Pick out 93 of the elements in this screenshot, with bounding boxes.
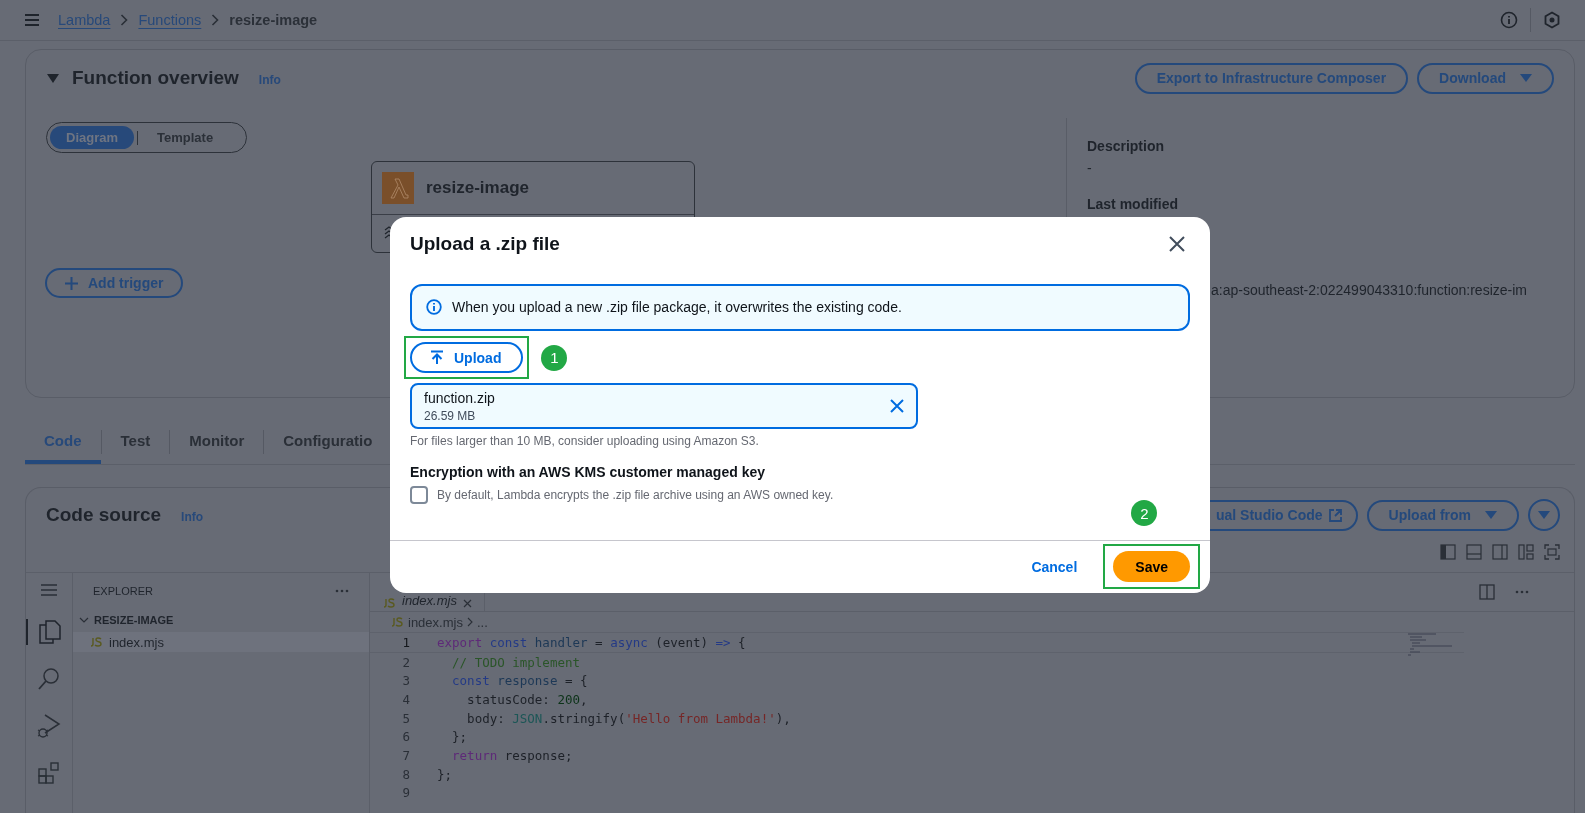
toggle-option[interactable]: Diagram [50,126,135,149]
chevron-right-icon [211,14,220,26]
upload-button[interactable]: Upload [410,342,524,374]
info-icon [426,299,442,316]
detail-label: Last modified [1087,196,1179,212]
breadcrumb-link[interactable]: Lambda [58,12,111,28]
code-line: }; [437,766,453,782]
tab[interactable]: Code [25,420,101,464]
field-label: Encryption with an AWS KMS customer managed key [410,463,766,480]
js-file-icon [89,637,103,647]
caret-down-icon [1520,73,1532,83]
detail-value: a:ap-southeast-2:022499043310:function:resize-im [1211,282,1527,298]
detail-value: - [1087,160,1093,176]
lambda-icon [382,172,414,204]
checkbox-label: By default, Lambda encrypts the .zip file archive using an AWS owned key. [437,487,834,502]
outline-button[interactable]: Download [1417,62,1554,94]
panel-title: Code source [46,504,162,526]
js-file-icon [390,617,404,627]
chevron-right-icon [120,14,129,26]
file-size: 26.59 MB [424,408,477,423]
help-text: For files larger than 10 MB, consider uploading using Amazon S3. [410,433,760,448]
layout-icon[interactable] [1518,544,1534,560]
detail-label: Description [1087,138,1165,154]
minimap [1408,633,1454,659]
explorer-title: EXPLORER [93,585,153,597]
external-link-icon [1328,508,1342,522]
info-icon[interactable] [1500,11,1518,29]
folder-item[interactable]: RESIZE-IMAGE [73,599,369,628]
caret-down-icon[interactable] [46,72,60,84]
code-line: const response = { [451,673,588,689]
code-line: export const handler = async (event) => { [437,634,746,650]
breadcrumb-current: resize-image [229,12,318,28]
outline-button[interactable]: Export to Infrastructure Composer [1134,62,1409,94]
extensions-icon[interactable] [37,761,61,785]
chevron-right-icon [466,617,473,627]
info-link[interactable]: Info [258,72,281,87]
line-number: 4 [401,691,410,707]
step-badge: 1 [541,344,568,371]
caret-down-icon [1538,510,1550,520]
hexagon-icon[interactable] [1543,11,1561,29]
code-line: body: JSON.stringify('Hello from Lambda!'), [466,710,791,726]
code-line: // TODO implement [451,654,580,670]
more-icon[interactable] [335,589,349,593]
code-line: statusCode: 200, [466,691,588,707]
panel-bottom-icon[interactable] [1466,544,1482,560]
menu-icon[interactable] [40,583,58,597]
line-number: 8 [401,766,410,782]
file-item[interactable]: index.mjs [73,632,369,652]
remove-icon[interactable] [890,399,904,414]
dropdown-button[interactable] [1528,499,1560,531]
save-button[interactable]: Save [1113,551,1190,583]
run-debug-icon[interactable] [37,713,61,739]
more-icon[interactable] [1515,590,1529,594]
breadcrumb-link[interactable]: Functions [138,12,202,28]
line-number: 7 [401,747,410,763]
fullscreen-icon[interactable] [1544,544,1560,560]
panel-title: Function overview [72,67,239,89]
file-name: function.zip [424,389,495,406]
function-name: resize-image [426,178,529,198]
line-number: 2 [401,654,410,670]
code-line: return response; [451,747,573,763]
split-editor-icon[interactable] [1479,584,1495,600]
alert-text: When you upload a new .zip file package, it overwrites the existing code. [452,299,902,316]
add-trigger-button[interactable]: Add trigger [45,268,184,298]
plus-icon [65,276,78,290]
editor-breadcrumb[interactable]: index.mjs [408,614,463,630]
line-number: 3 [401,673,410,689]
checkbox[interactable] [410,485,428,504]
editor-breadcrumb[interactable]: ... [476,614,488,630]
tab[interactable]: Test [101,420,170,464]
step-badge: 2 [1131,500,1158,527]
outline-button[interactable]: Upload from [1366,499,1519,531]
line-number: 6 [401,729,410,745]
files-icon[interactable] [26,619,62,645]
sidebar-left-icon[interactable] [1440,544,1456,560]
dialog-title: Upload a .zip file [410,233,560,256]
search-icon[interactable] [37,667,61,691]
code-line: }; [451,729,468,745]
sidebar-right-icon[interactable] [1492,544,1508,560]
tab[interactable]: Monitor [170,420,264,464]
js-file-icon [382,598,396,608]
upload-icon [430,350,444,366]
chevron-icon [79,616,89,624]
line-number: 5 [401,710,410,726]
line-number: 9 [401,785,410,801]
tab[interactable]: Configuratio [264,420,373,464]
info-link[interactable]: Info [181,509,204,524]
close-icon[interactable] [1168,235,1186,254]
menu-icon[interactable] [24,13,40,27]
caret-down-icon [1485,510,1497,520]
line-number: 1 [401,634,410,650]
toggle-option[interactable]: Template [141,126,230,149]
cancel-button[interactable]: Cancel [1025,557,1084,576]
